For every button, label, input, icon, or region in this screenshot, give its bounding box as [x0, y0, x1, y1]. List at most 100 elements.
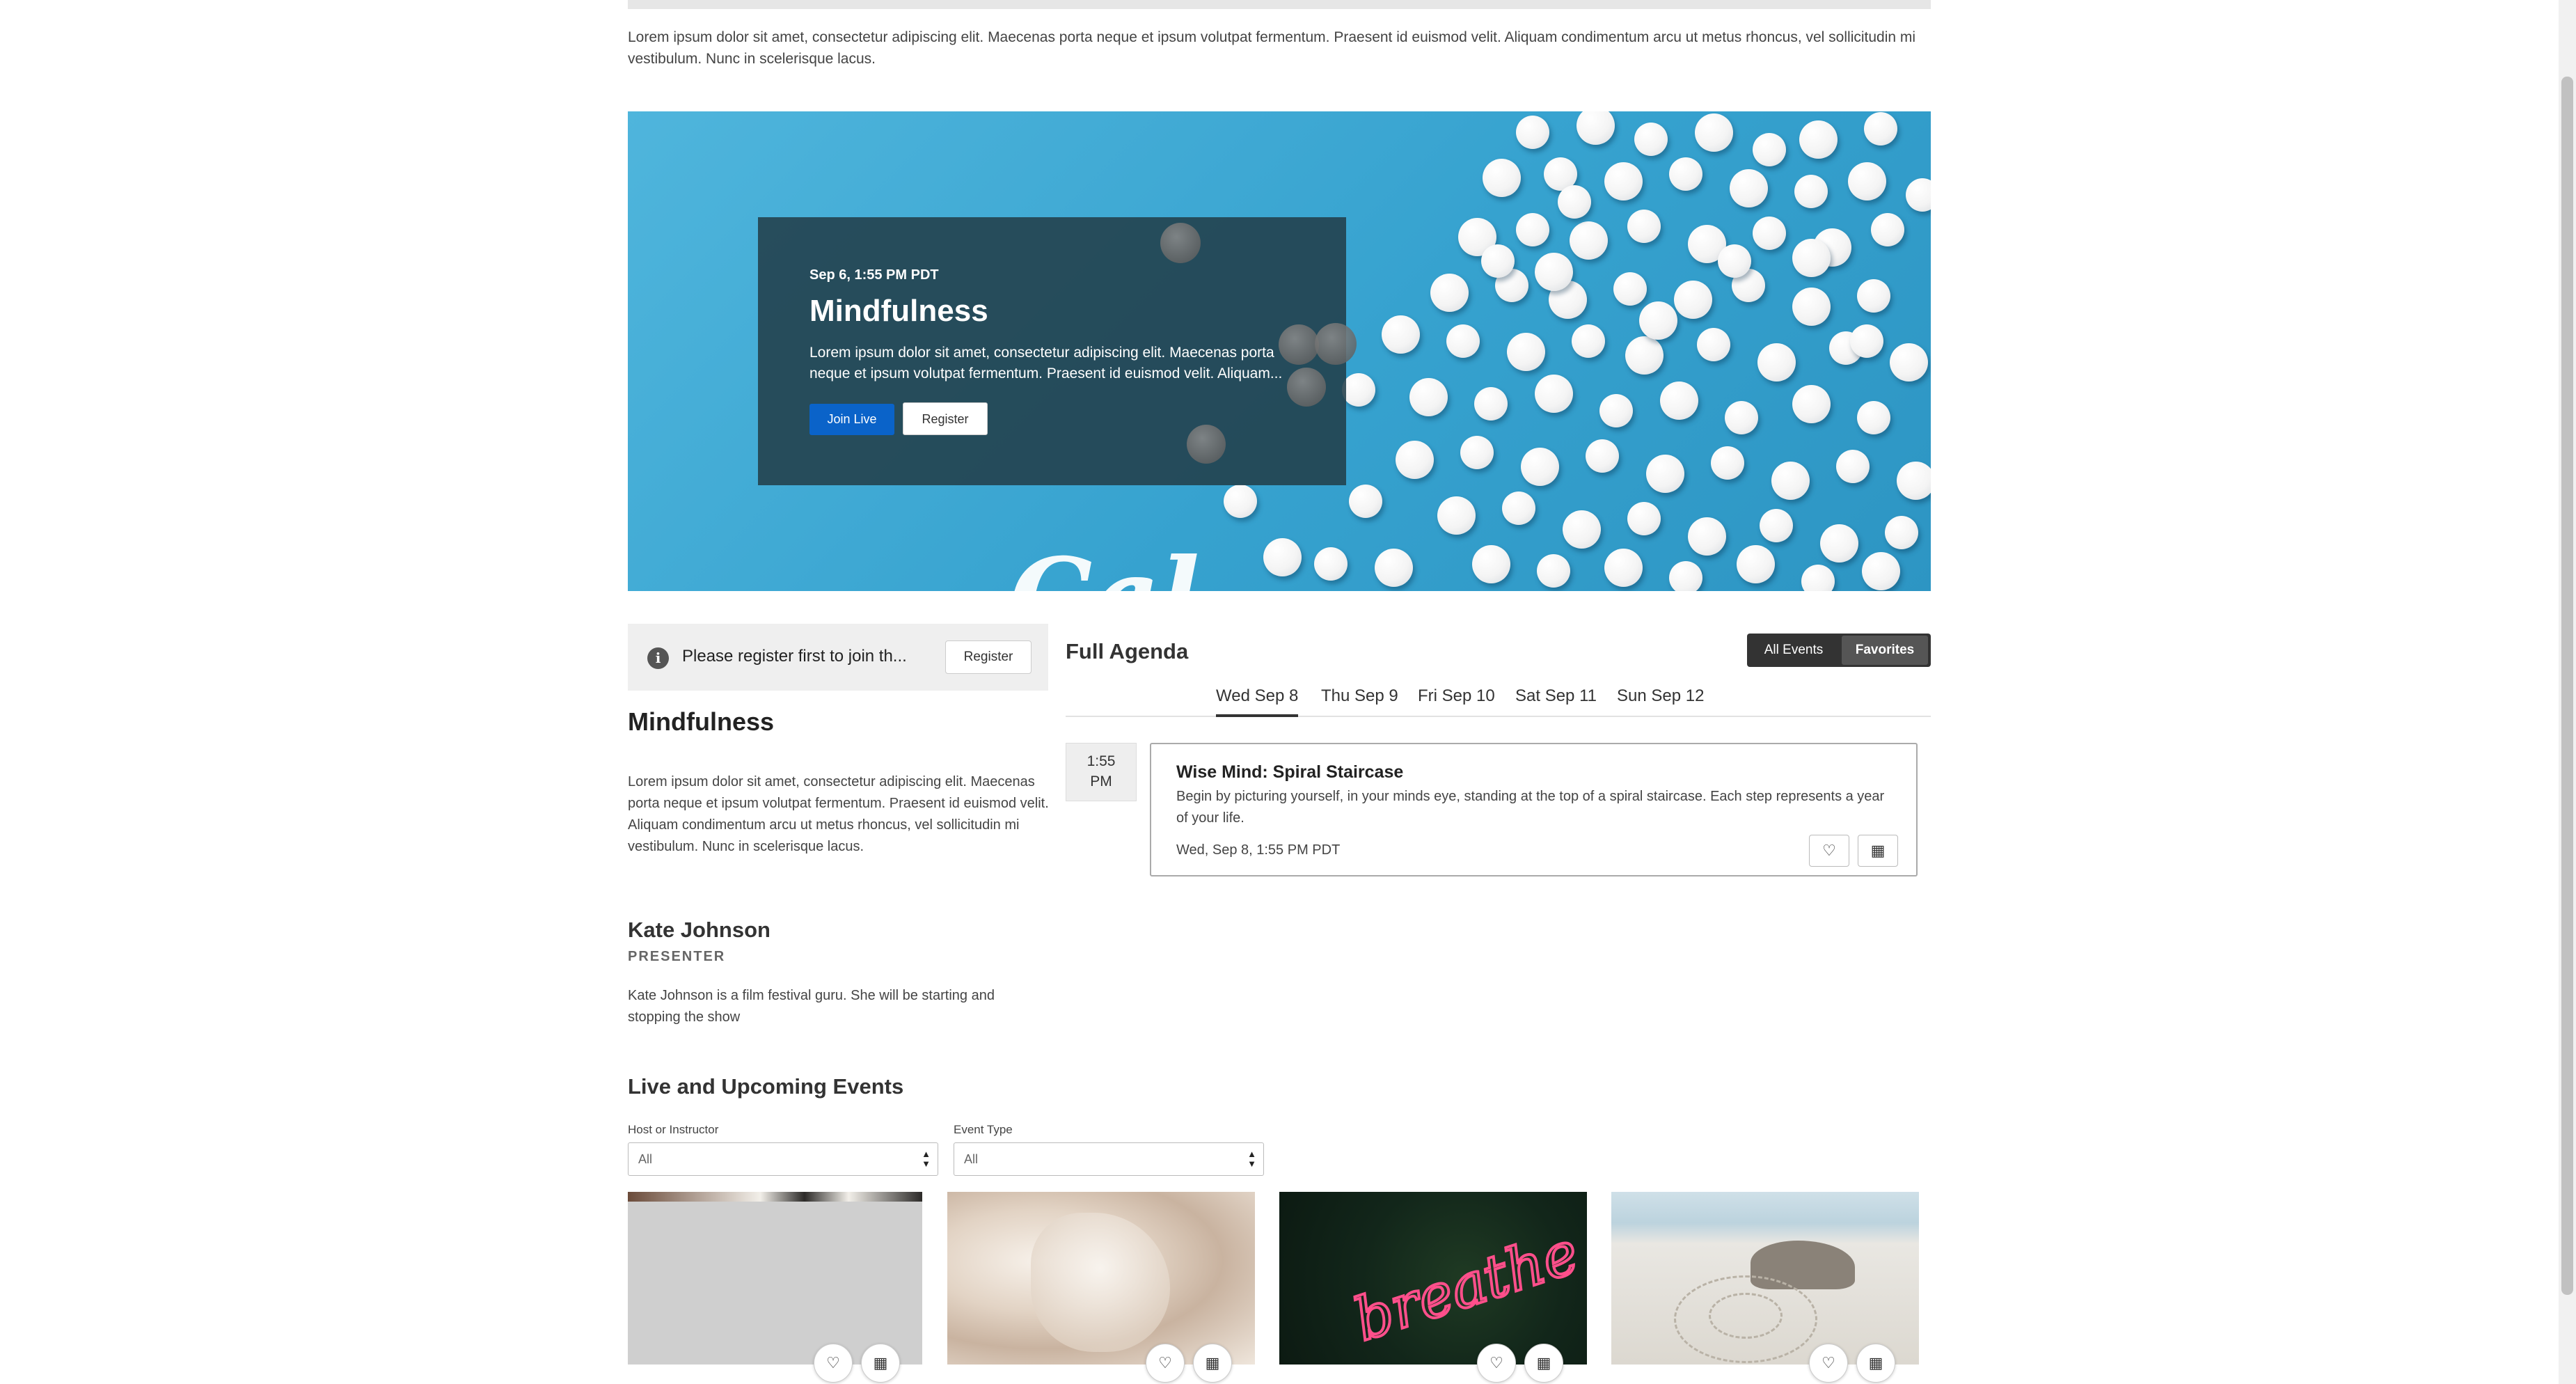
pill	[1349, 485, 1382, 518]
pill	[1669, 157, 1702, 191]
pill	[1792, 238, 1831, 277]
pill	[1482, 158, 1521, 197]
pill	[1736, 544, 1775, 583]
calendar-icon: ▦	[1205, 1354, 1220, 1371]
pill	[1224, 485, 1257, 518]
pill	[1430, 273, 1469, 312]
event-card-1-favorite-button[interactable]: ♡	[814, 1344, 853, 1383]
pill	[1460, 436, 1494, 469]
heart-icon: ♡	[1822, 842, 1836, 859]
pill	[1753, 217, 1786, 250]
agenda-item-card[interactable]: Wise Mind: Spiral Staircase Begin by pic…	[1150, 743, 1918, 876]
pill	[1409, 377, 1448, 416]
calendar-icon: ▦	[873, 1354, 888, 1371]
calendar-icon: ▦	[1868, 1354, 1883, 1371]
tab-wed-sep-8[interactable]: Wed Sep 8	[1216, 686, 1299, 717]
pill	[1659, 381, 1698, 420]
hero-card: Sep 6, 1:55 PM PDT Mindfulness Lorem ips…	[758, 217, 1357, 485]
calendar-icon: ▦	[1870, 842, 1886, 859]
pill	[1753, 133, 1786, 166]
pill	[1757, 343, 1796, 382]
add-to-calendar-button[interactable]: ▦	[1858, 835, 1898, 867]
favorite-button[interactable]: ♡	[1809, 835, 1849, 867]
pill	[1819, 524, 1858, 563]
event-type-filter-label: Event Type	[954, 1123, 1013, 1136]
pill	[1687, 517, 1726, 556]
pill	[1374, 548, 1413, 587]
pill	[1850, 324, 1883, 358]
pill	[1638, 301, 1677, 340]
host-filter-value: All	[638, 1152, 653, 1166]
shadow-pill	[1315, 323, 1357, 365]
event-card-2-favorite-button[interactable]: ♡	[1146, 1344, 1185, 1383]
heart-icon: ♡	[1490, 1354, 1503, 1371]
pill	[1534, 252, 1573, 291]
event-card-4-image[interactable]	[1611, 1192, 1919, 1365]
pill	[1673, 280, 1712, 319]
pill	[1725, 401, 1758, 434]
favorites-toggle[interactable]: Favorites	[1842, 636, 1928, 665]
presenter-name: Kate Johnson	[628, 918, 771, 942]
agenda-title: Full Agenda	[1066, 639, 1189, 663]
pill	[1562, 510, 1601, 549]
pill	[1771, 461, 1810, 500]
all-events-toggle[interactable]: All Events	[1747, 634, 1840, 667]
hero-register-button[interactable]: Register	[903, 402, 988, 435]
event-card-1-image[interactable]	[628, 1192, 922, 1365]
pill	[1516, 116, 1549, 149]
event-card-3-favorite-button[interactable]: ♡	[1477, 1344, 1516, 1383]
neon-sign-text: breathe	[1346, 1218, 1586, 1355]
event-card-2-image[interactable]	[947, 1192, 1255, 1365]
agenda-item-title: Wise Mind: Spiral Staircase	[1176, 762, 1404, 782]
host-filter-select[interactable]: All ▲ ▼	[628, 1142, 938, 1176]
day-tabs: Wed Sep 8 Thu Sep 9 Fri Sep 10 Sat Sep 1…	[1066, 682, 1931, 717]
pill	[1794, 175, 1828, 208]
pill	[1604, 162, 1643, 200]
select-arrows-icon: ▲ ▼	[1247, 1149, 1256, 1169]
presenter-bio: Kate Johnson is a film festival guru. Sh…	[628, 988, 995, 1025]
event-card-4-calendar-button[interactable]: ▦	[1856, 1344, 1895, 1383]
pill	[1627, 502, 1661, 535]
event-card-4-favorite-button[interactable]: ♡	[1809, 1344, 1848, 1383]
event-card-3-calendar-button[interactable]: ▦	[1524, 1344, 1563, 1383]
pill	[1885, 516, 1918, 549]
pill	[1516, 213, 1549, 246]
page-scrollbar-thumb[interactable]	[2561, 77, 2573, 1295]
pill	[1613, 272, 1647, 306]
shadow-pill	[1279, 324, 1319, 365]
tab-sun-sep-12[interactable]: Sun Sep 12	[1617, 686, 1704, 706]
pill	[1471, 544, 1510, 583]
presenter-role: PRESENTER	[628, 949, 726, 964]
tab-thu-sep-9[interactable]: Thu Sep 9	[1321, 686, 1398, 706]
heart-icon: ♡	[826, 1354, 840, 1371]
pill	[1861, 551, 1900, 590]
pill	[1906, 178, 1931, 212]
pill	[1836, 450, 1870, 483]
event-card-2-calendar-button[interactable]: ▦	[1193, 1344, 1232, 1383]
agenda-item-description: Begin by picturing yourself, in your min…	[1176, 789, 1885, 826]
heart-icon: ♡	[1822, 1354, 1835, 1371]
pill	[1314, 547, 1348, 581]
hero-description: Lorem ipsum dolor sit amet, consectetur …	[809, 345, 1283, 382]
neon-breathe-sign: breathe	[1345, 1217, 1587, 1356]
notice-register-button[interactable]: Register	[945, 640, 1032, 674]
pill	[1760, 509, 1793, 542]
pill	[1604, 548, 1643, 587]
calendar-icon: ▦	[1536, 1354, 1551, 1371]
join-live-button[interactable]: Join Live	[809, 404, 894, 435]
pill	[1864, 112, 1897, 146]
event-type-filter-value: All	[964, 1152, 979, 1166]
pill	[1729, 168, 1768, 207]
hero-background-script: Cal	[1009, 544, 1200, 591]
event-card-1-calendar-button[interactable]: ▦	[861, 1344, 900, 1383]
pill	[1569, 221, 1608, 260]
tab-sat-sep-11[interactable]: Sat Sep 11	[1515, 686, 1597, 706]
tab-fri-sep-10[interactable]: Fri Sep 10	[1418, 686, 1495, 706]
pill	[1572, 324, 1605, 358]
event-type-filter-select[interactable]: All ▲ ▼	[954, 1142, 1264, 1176]
pill	[1537, 554, 1570, 588]
pill	[1586, 439, 1619, 473]
info-icon: i	[647, 647, 669, 669]
pill	[1481, 244, 1515, 278]
event-card-3-image[interactable]: breathe	[1279, 1192, 1587, 1365]
